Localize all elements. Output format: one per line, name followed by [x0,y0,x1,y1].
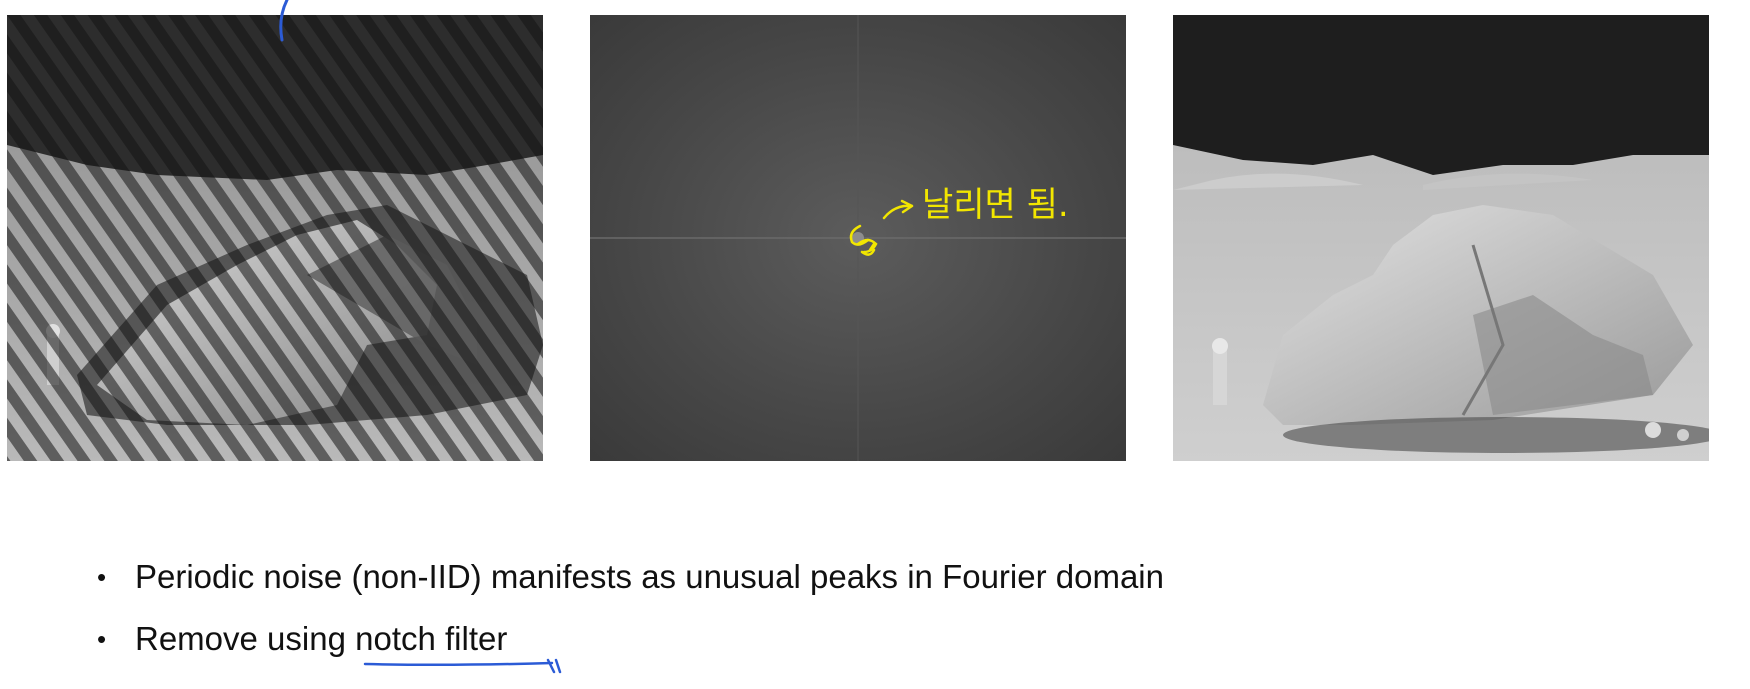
bullet-dot: • [97,562,107,592]
bullet-text-prefix: Remove using [135,620,356,657]
restored-image [1173,15,1709,461]
fourier-spectrum-image [590,15,1126,461]
slide: • Periodic noise (non-IID) manifests as … [0,0,1750,689]
notch-filter-term: notch filter [355,620,508,657]
noisy-image [7,15,543,461]
bullet-dot: • [97,624,107,654]
bullet-item-1: • Periodic noise (non-IID) manifests as … [97,556,1164,598]
bullet-text: Periodic noise (non-IID) manifests as un… [135,558,1164,595]
bullet-list: • Periodic noise (non-IID) manifests as … [97,556,1164,680]
bullet-item-2: • Remove using notch filter [97,618,1164,660]
